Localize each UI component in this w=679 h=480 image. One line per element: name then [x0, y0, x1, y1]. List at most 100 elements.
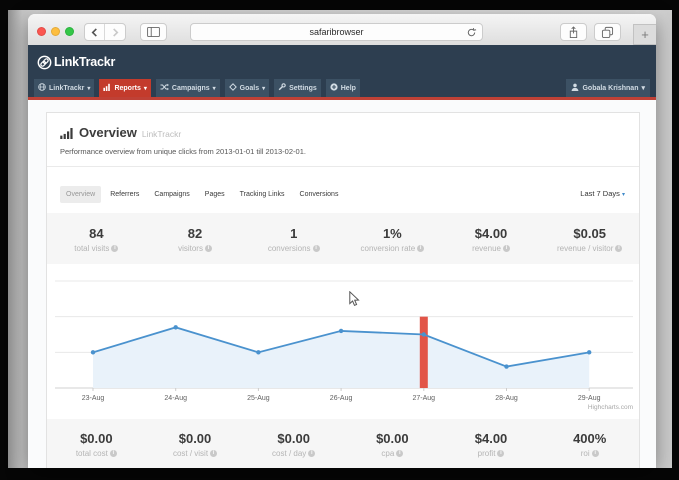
nav-item-campaigns[interactable]: Campaigns▾ — [156, 79, 220, 97]
stat-value: 1 — [290, 226, 297, 241]
help-icon — [330, 83, 338, 93]
stat-value: $4.00 — [475, 431, 508, 446]
reload-button[interactable] — [466, 27, 477, 40]
share-button[interactable] — [560, 23, 587, 41]
stat-value: 1% — [383, 226, 402, 241]
chevron-down-icon: ▾ — [641, 84, 645, 92]
tab-overview[interactable]: Overview — [60, 186, 101, 203]
info-icon[interactable]: i — [592, 450, 599, 457]
card-header: Overview LinkTrackr Performance overview… — [47, 113, 639, 167]
history-nav-group — [84, 23, 126, 41]
stat-value: $4.00 — [475, 226, 508, 241]
svg-text:27-Aug: 27-Aug — [413, 395, 436, 402]
stat-label: total cost — [76, 449, 108, 458]
stat-value: $0.00 — [179, 431, 212, 446]
info-icon[interactable]: i — [308, 450, 315, 457]
nav-item-linktrackr[interactable]: LinkTrackr▾ — [34, 79, 94, 97]
nav-item-help[interactable]: Help — [326, 79, 360, 97]
info-icon[interactable]: i — [497, 450, 504, 457]
new-tab-button[interactable]: + — [633, 24, 656, 45]
url-text: safaribrowser — [309, 27, 363, 37]
stat-revenue: $4.00 revenuei — [442, 213, 541, 264]
close-window-button[interactable] — [37, 27, 46, 36]
page-title: Overview — [79, 125, 137, 141]
stat-cpa: $0.00cpai — [343, 419, 442, 468]
stat-profit: $4.00profiti — [442, 419, 541, 468]
stat-label: cost / visit — [173, 449, 208, 458]
tab-pages[interactable]: Pages — [199, 186, 231, 203]
nav-item-goals[interactable]: Goals▾ — [225, 79, 269, 97]
bar-chart-icon — [103, 83, 111, 93]
user-icon — [571, 83, 579, 93]
info-icon[interactable]: i — [503, 245, 510, 252]
chevron-right-icon — [111, 27, 120, 38]
stat-total-visits: 84 total visitsi — [47, 213, 146, 264]
stat-label: roi — [581, 449, 590, 458]
main-navigation: LinkTrackr▾Reports▾Campaigns▾Goals▾Setti… — [28, 79, 656, 97]
svg-text:29-Aug: 29-Aug — [578, 395, 601, 402]
chevron-down-icon: ▾ — [144, 85, 147, 92]
tab-tracking-links[interactable]: Tracking Links — [234, 186, 291, 203]
info-icon[interactable]: i — [396, 450, 403, 457]
stat-label: total visits — [74, 244, 109, 253]
back-button[interactable] — [85, 24, 105, 40]
nav-item-label: Goals — [240, 85, 259, 92]
chevron-down-icon: ▾ — [622, 192, 625, 198]
info-icon[interactable]: i — [615, 245, 622, 252]
chevron-down-icon: ▾ — [87, 85, 90, 92]
svg-text:28-Aug: 28-Aug — [495, 395, 518, 402]
stat-value: $0.05 — [573, 226, 606, 241]
stat-visitors: 82visitorsi — [146, 213, 245, 264]
stat-label: cost / day — [272, 449, 306, 458]
chevron-left-icon — [90, 27, 99, 38]
stat-value: 400% — [573, 431, 606, 446]
minimize-window-button[interactable] — [51, 27, 60, 36]
nav-item-reports[interactable]: Reports▾ — [99, 79, 150, 97]
stat-revenue-visitor: $0.05revenue / visitori — [540, 213, 639, 264]
stat-value: 82 — [188, 226, 202, 241]
user-menu-label: Gobala Krishnan — [582, 85, 638, 92]
tab-conversions[interactable]: Conversions — [294, 186, 345, 203]
stat-cost-visit: $0.00 cost / visiti — [146, 419, 245, 468]
svg-text:24-Aug: 24-Aug — [164, 395, 187, 402]
svg-text:Highcharts.com: Highcharts.com — [588, 404, 633, 411]
stats-row-top: 84total visitsi82visitorsi1conversionsi1… — [47, 213, 639, 264]
linktrackr-logo-icon — [37, 55, 52, 70]
info-icon[interactable]: i — [205, 245, 212, 252]
sidebar-button[interactable] — [140, 23, 167, 41]
wrench-icon — [278, 83, 286, 93]
app-logo[interactable]: LinkTrackr — [37, 55, 115, 70]
stat-value: 84 — [89, 226, 103, 241]
stat-label: revenue — [472, 244, 501, 253]
zoom-window-button[interactable] — [65, 27, 74, 36]
nav-item-settings[interactable]: Settings — [274, 79, 321, 97]
date-range-selector[interactable]: Last 7 Days ▾ — [580, 189, 625, 198]
target-icon — [229, 83, 237, 93]
reload-icon — [466, 27, 477, 38]
stat-conversion-rate: 1%conversion ratei — [343, 213, 442, 264]
stat-cost-day: $0.00cost / dayi — [244, 419, 343, 468]
browser-toolbar: safaribrowser + — [28, 14, 656, 45]
show-tabs-button[interactable] — [594, 23, 621, 41]
svg-text:25-Aug: 25-Aug — [247, 395, 270, 402]
stat-value: $0.00 — [80, 431, 113, 446]
date-range-label: Last 7 Days — [580, 189, 620, 198]
stat-conversions: 1conversionsi — [244, 213, 343, 264]
overview-card: Overview LinkTrackr Performance overview… — [46, 112, 640, 468]
shuffle-icon — [160, 83, 169, 93]
user-menu[interactable]: Gobala Krishnan ▾ — [566, 79, 650, 97]
info-icon[interactable]: i — [417, 245, 424, 252]
address-bar[interactable]: safaribrowser — [190, 23, 483, 41]
forward-button[interactable] — [105, 24, 125, 40]
info-icon[interactable]: i — [110, 450, 117, 457]
info-icon[interactable]: i — [111, 245, 118, 252]
tab-campaigns[interactable]: Campaigns — [148, 186, 195, 203]
chevron-down-icon: ▾ — [262, 85, 265, 92]
share-icon — [568, 26, 579, 39]
mouse-cursor — [349, 291, 360, 307]
info-icon[interactable]: i — [313, 245, 320, 252]
tab-referrers[interactable]: Referrers — [104, 186, 145, 203]
info-icon[interactable]: i — [210, 450, 217, 457]
globe-icon — [38, 83, 46, 93]
nav-item-label: Campaigns — [172, 85, 210, 92]
